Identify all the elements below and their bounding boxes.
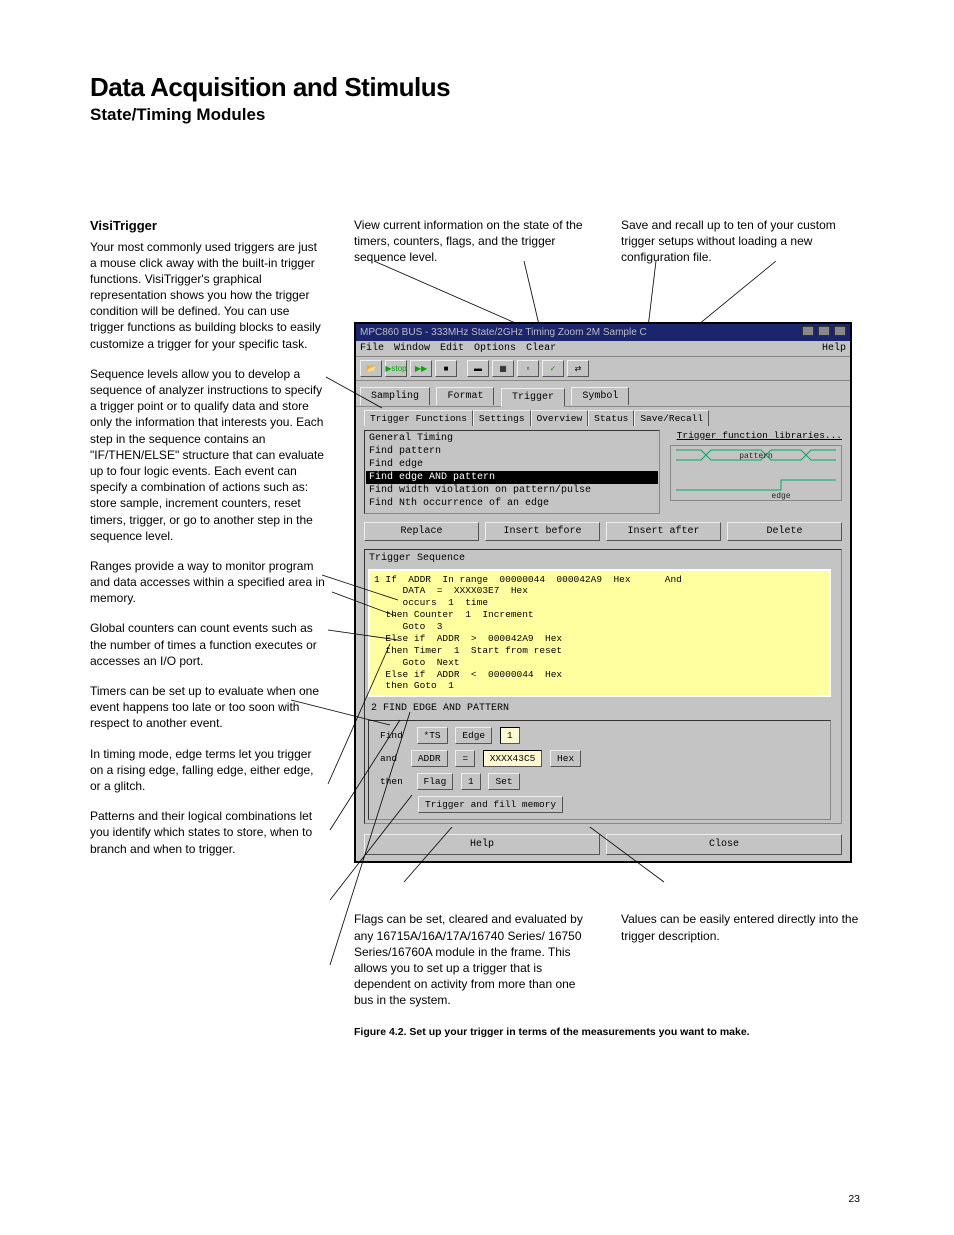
eq-button[interactable]: =: [455, 750, 475, 767]
tab-sampling[interactable]: Sampling: [360, 387, 430, 405]
trigger-fill-button[interactable]: Trigger and fill memory: [418, 796, 563, 813]
trigger-action-row: Trigger and fill memory: [373, 796, 826, 813]
sequence-step-2-heading: 2 FIND EDGE AND PATTERN: [365, 700, 841, 717]
list-item[interactable]: Find edge: [366, 458, 658, 471]
hex-button[interactable]: Hex: [550, 750, 581, 767]
main-tabs: Sampling Format Trigger Symbol: [356, 381, 850, 406]
minimize-icon[interactable]: [802, 326, 814, 336]
page-number: 23: [848, 1193, 860, 1205]
open-icon[interactable]: 📂: [360, 360, 382, 377]
subtab-status[interactable]: Status: [588, 410, 634, 426]
annotation-bottom-left: Flags can be set, cleared and evaluated …: [354, 911, 597, 1008]
menu-clear[interactable]: Clear: [526, 343, 556, 354]
menu-options[interactable]: Options: [474, 343, 516, 354]
replace-button[interactable]: Replace: [364, 522, 479, 541]
paragraph: Patterns and their logical combinations …: [90, 808, 326, 857]
checkmark-icon[interactable]: ✓: [542, 360, 564, 377]
annotation-top-right: Save and recall up to ten of your custom…: [621, 217, 864, 266]
list-item[interactable]: Find pattern: [366, 445, 658, 458]
insert-after-button[interactable]: Insert after: [606, 522, 721, 541]
addr-button[interactable]: ADDR: [411, 750, 448, 767]
subtab-trigger-functions[interactable]: Trigger Functions: [364, 410, 473, 426]
paragraph: Your most commonly used triggers are jus…: [90, 239, 326, 352]
sequence-step-1[interactable]: 1 If ADDR In range 00000044 000042A9 Hex…: [368, 569, 831, 698]
paragraph: Ranges provide a way to monitor program …: [90, 558, 326, 607]
menubar: File Window Edit Options Clear Help: [356, 341, 850, 357]
stop-icon[interactable]: ■: [435, 360, 457, 377]
tool-icon[interactable]: ▫: [517, 360, 539, 377]
paragraph: Sequence levels allow you to develop a s…: [90, 366, 326, 544]
paragraph: In timing mode, edge terms let you trigg…: [90, 746, 326, 795]
find-label: Find: [374, 728, 409, 743]
subtab-settings[interactable]: Settings: [473, 410, 531, 426]
ts-button[interactable]: *TS: [417, 727, 448, 744]
close-icon[interactable]: [834, 326, 846, 336]
subtab-overview[interactable]: Overview: [531, 410, 589, 426]
window-titlebar: MPC860 BUS - 333MHz State/2GHz Timing Zo…: [356, 324, 850, 341]
then-label: then: [374, 774, 409, 789]
maximize-icon[interactable]: [818, 326, 830, 336]
insert-before-button[interactable]: Insert before: [485, 522, 600, 541]
edge-button[interactable]: Edge: [455, 727, 492, 744]
svg-text:pattern: pattern: [739, 452, 773, 461]
close-button[interactable]: Close: [606, 834, 842, 855]
figure-caption: Figure 4.2. Set up your trigger in terms…: [354, 1026, 864, 1038]
tab-trigger[interactable]: Trigger: [501, 388, 565, 407]
trigger-libraries-link[interactable]: Trigger function libraries...: [670, 430, 842, 441]
menu-help[interactable]: Help: [822, 343, 846, 354]
app-window: MPC860 BUS - 333MHz State/2GHz Timing Zo…: [354, 322, 852, 864]
tab-symbol[interactable]: Symbol: [571, 387, 629, 405]
flag-button[interactable]: Flag: [417, 773, 454, 790]
tool-icon[interactable]: ▦: [492, 360, 514, 377]
then-row: then Flag 1 Set: [373, 773, 826, 790]
menu-window[interactable]: Window: [394, 343, 430, 354]
tool-icon[interactable]: ⇄: [567, 360, 589, 377]
waveform-preview: pattern edge: [670, 445, 842, 501]
list-item[interactable]: General Timing: [366, 432, 658, 445]
sequence-step-2: Find *TS Edge 1 and ADDR = XXXX43C5 Hex: [368, 720, 831, 820]
list-item-selected[interactable]: Find edge AND pattern: [366, 471, 658, 484]
left-text-column: VisiTrigger Your most commonly used trig…: [90, 217, 326, 1038]
menu-file[interactable]: File: [360, 343, 384, 354]
run-icon[interactable]: ▶stop: [385, 360, 407, 377]
visitrigger-heading: VisiTrigger: [90, 217, 326, 235]
paragraph: Global counters can count events such as…: [90, 620, 326, 669]
list-item[interactable]: Find Nth occurrence of an edge: [366, 497, 658, 510]
tab-format[interactable]: Format: [436, 387, 494, 405]
trigger-sequence-heading: Trigger Sequence: [365, 550, 841, 567]
and-label: and: [374, 751, 403, 766]
window-title: MPC860 BUS - 333MHz State/2GHz Timing Zo…: [360, 327, 647, 338]
paragraph: Timers can be set up to evaluate when on…: [90, 683, 326, 732]
page-sub-title: State/Timing Modules: [90, 105, 864, 125]
annotation-bottom-right: Values can be easily entered directly in…: [621, 911, 864, 1008]
subtab-save-recall[interactable]: Save/Recall: [634, 410, 709, 426]
sub-tabs: Trigger FunctionsSettingsOverviewStatusS…: [356, 406, 850, 426]
edge-value-input[interactable]: 1: [500, 727, 520, 744]
function-list[interactable]: General Timing Find pattern Find edge Fi…: [364, 430, 660, 514]
svg-text:edge: edge: [771, 492, 790, 501]
flag-num-button[interactable]: 1: [461, 773, 481, 790]
menu-edit[interactable]: Edit: [440, 343, 464, 354]
toolbar: 📂 ▶stop ▶▶ ■ ▬ ▦ ▫ ✓ ⇄: [356, 357, 850, 381]
and-row: and ADDR = XXXX43C5 Hex: [373, 750, 826, 767]
tool-icon[interactable]: ▬: [467, 360, 489, 377]
find-row: Find *TS Edge 1: [373, 727, 826, 744]
delete-button[interactable]: Delete: [727, 522, 842, 541]
help-button[interactable]: Help: [364, 834, 600, 855]
page-main-title: Data Acquisition and Stimulus: [90, 72, 864, 103]
annotation-top-left: View current information on the state of…: [354, 217, 597, 266]
addr-value-input[interactable]: XXXX43C5: [483, 750, 543, 767]
set-button[interactable]: Set: [488, 773, 519, 790]
list-item[interactable]: Find width violation on pattern/pulse: [366, 484, 658, 497]
run2-icon[interactable]: ▶▶: [410, 360, 432, 377]
